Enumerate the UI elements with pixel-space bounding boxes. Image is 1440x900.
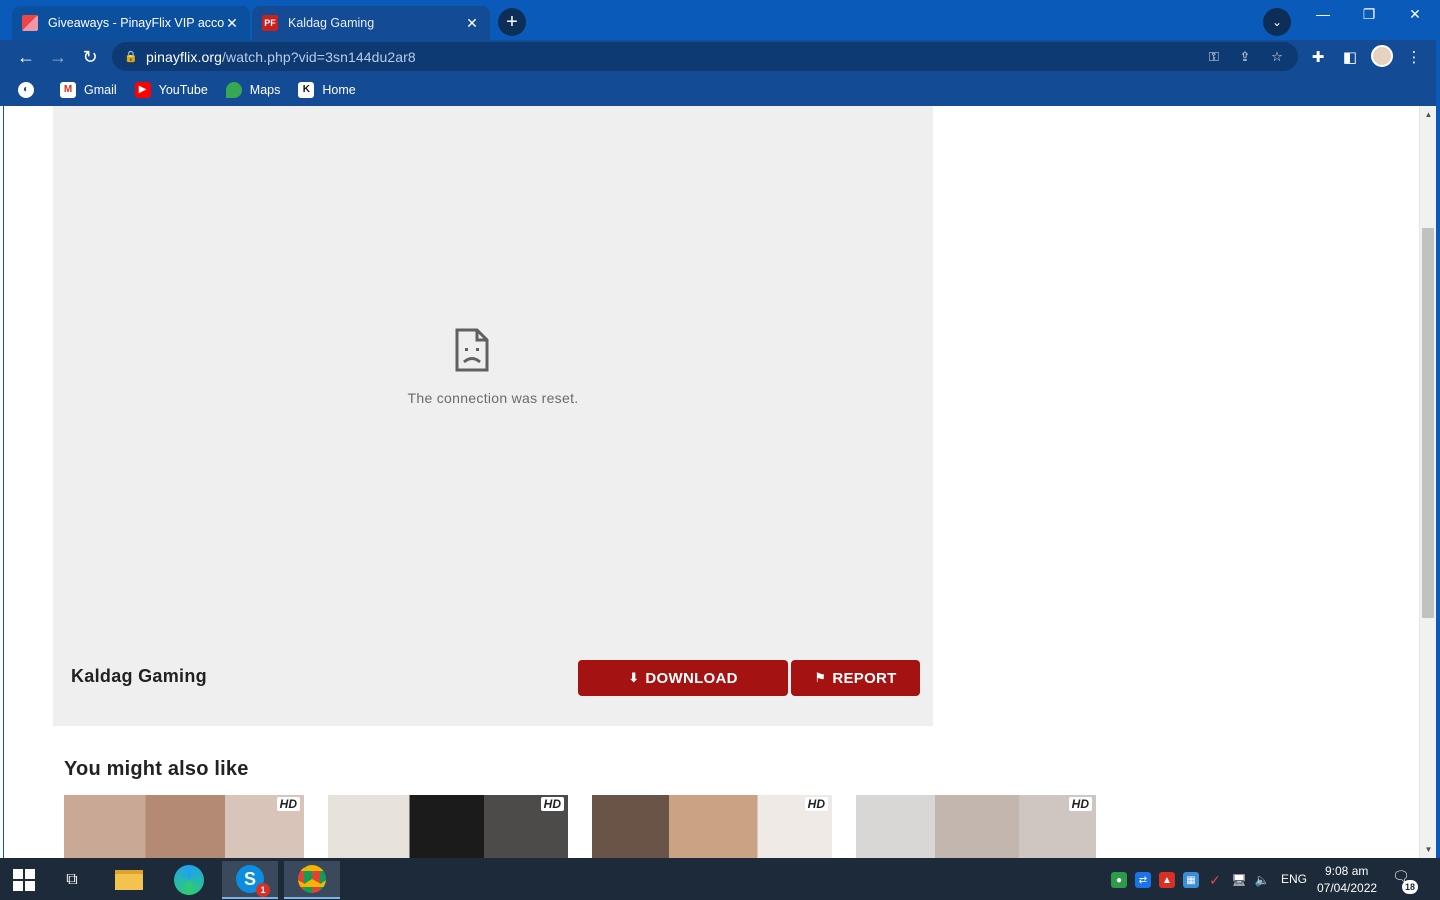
related-thumbnail[interactable]: HD bbox=[592, 795, 832, 858]
share-icon[interactable]: ⇪ bbox=[1236, 48, 1254, 66]
bookmark-maps[interactable]: Maps bbox=[225, 81, 281, 98]
close-window-button[interactable]: ✕ bbox=[1392, 4, 1438, 24]
reload-button[interactable]: ↻ bbox=[77, 44, 103, 70]
video-player[interactable]: The connection was reset. bbox=[53, 106, 933, 726]
start-button[interactable] bbox=[0, 861, 48, 899]
edge-logo-icon bbox=[174, 865, 204, 895]
scrollbar-thumb[interactable] bbox=[1422, 228, 1434, 618]
clock-time[interactable]: 9:08 am bbox=[1325, 864, 1368, 878]
notification-count-badge: 18 bbox=[1402, 880, 1418, 894]
maps-icon bbox=[225, 81, 242, 98]
bookmark-label: YouTube bbox=[158, 82, 208, 97]
tab-title: Kaldag Gaming bbox=[288, 16, 375, 30]
browser-toolbar: ← → ↻ 🔒 pinayflix.org/watch.php?vid=3sn1… bbox=[0, 40, 1440, 73]
task-view-icon[interactable]: ⧉ bbox=[52, 861, 92, 899]
window-border bbox=[1436, 40, 1440, 858]
bookmark-label: Gmail bbox=[84, 82, 117, 97]
hd-badge: HD bbox=[804, 797, 828, 811]
bookmark-label: Maps bbox=[249, 82, 281, 97]
video-meta-bar: Kaldag Gaming ⬇ DOWNLOAD ⚑ REPORT bbox=[53, 646, 933, 726]
skype-badge: 1 bbox=[256, 883, 270, 897]
tab-kaldag-gaming[interactable]: PF Kaldag Gaming ✕ bbox=[252, 6, 490, 40]
related-thumbnail[interactable]: HD bbox=[856, 795, 1096, 858]
report-button[interactable]: ⚑ REPORT bbox=[791, 660, 920, 696]
related-thumbnail[interactable]: HD bbox=[64, 795, 304, 858]
edge-beta-icon[interactable] bbox=[166, 861, 212, 899]
pf-logo-icon: PF bbox=[262, 15, 278, 31]
new-tab-button[interactable]: + bbox=[498, 8, 526, 36]
close-icon[interactable]: ✕ bbox=[464, 15, 480, 31]
folder-icon bbox=[115, 870, 143, 890]
sad-page-icon bbox=[455, 328, 489, 372]
bookmark-label: Home bbox=[322, 82, 356, 97]
hd-badge: HD bbox=[276, 797, 300, 811]
gift-icon bbox=[22, 15, 38, 31]
star-icon[interactable]: ☆ bbox=[1268, 48, 1286, 66]
restore-button[interactable]: ❐ bbox=[1346, 4, 1392, 24]
download-icon: ⬇ bbox=[628, 670, 640, 685]
windows-icon bbox=[13, 869, 35, 891]
language-indicator[interactable]: ENG bbox=[1281, 872, 1307, 886]
menu-icon[interactable]: ⋮ bbox=[1402, 45, 1426, 69]
download-button[interactable]: ⬇ DOWNLOAD bbox=[578, 660, 788, 696]
download-label: DOWNLOAD bbox=[645, 669, 738, 687]
close-icon[interactable]: ✕ bbox=[224, 15, 240, 31]
chrome-logo-icon bbox=[298, 865, 326, 893]
skype-logo-icon: S 1 bbox=[236, 865, 270, 897]
mic-tray-icon[interactable]: ✓ bbox=[1207, 872, 1223, 888]
tab-strip: Giveaways - PinayFlix VIP accoun ✕ PF Ka… bbox=[0, 0, 1440, 40]
sync-tray-icon[interactable]: ● bbox=[1111, 872, 1127, 888]
network-app-tray-icon[interactable]: ▦ bbox=[1183, 872, 1199, 888]
hd-badge: HD bbox=[1068, 797, 1092, 811]
volume-icon[interactable]: 🔈 bbox=[1254, 872, 1270, 888]
tab-search-button[interactable]: ⌄ bbox=[1263, 8, 1291, 36]
clock-date[interactable]: 07/04/2022 bbox=[1317, 881, 1377, 895]
vertical-scrollbar[interactable]: ▲ ▼ bbox=[1419, 106, 1436, 858]
related-thumbnail[interactable]: HD bbox=[328, 795, 568, 858]
globe-icon: ◐ bbox=[18, 81, 34, 98]
hd-badge: HD bbox=[540, 797, 564, 811]
key-icon[interactable]: ⚿ bbox=[1205, 48, 1223, 66]
chrome-taskbar-icon[interactable] bbox=[284, 861, 340, 899]
bookmarks-bar: ◐ M Gmail ▶ YouTube Maps K Home bbox=[0, 73, 1440, 106]
back-button[interactable]: ← bbox=[13, 44, 39, 70]
scroll-up-arrow-icon[interactable]: ▲ bbox=[1420, 106, 1437, 123]
k-logo-icon: K bbox=[298, 81, 315, 98]
error-message: The connection was reset. bbox=[407, 390, 579, 406]
youtube-icon: ▶ bbox=[134, 81, 151, 98]
teamviewer-tray-icon[interactable]: ⇄ bbox=[1135, 872, 1151, 888]
page-viewport: The connection was reset. Kaldag Gaming … bbox=[3, 106, 1419, 858]
file-explorer-icon[interactable] bbox=[106, 861, 152, 899]
taskbar: ⧉ S 1 ● ⇄ ▲ ▦ ✓ 🖥 🔈 ENG 9:08 am 07/04/20… bbox=[0, 858, 1440, 900]
address-bar[interactable]: 🔒 pinayflix.org/watch.php?vid=3sn144du2a… bbox=[112, 42, 1298, 71]
lock-icon: 🔒 bbox=[124, 50, 138, 63]
tab-giveaways[interactable]: Giveaways - PinayFlix VIP accoun ✕ bbox=[12, 6, 250, 40]
skype-icon[interactable]: S 1 bbox=[222, 861, 278, 899]
gmail-icon: M bbox=[60, 81, 76, 98]
flag-icon: ⚑ bbox=[814, 670, 827, 685]
video-title: Kaldag Gaming bbox=[71, 666, 207, 686]
side-panel-icon[interactable]: ◧ bbox=[1338, 45, 1362, 69]
bookmark-gmail[interactable]: M Gmail bbox=[60, 81, 117, 98]
tab-title: Giveaways - PinayFlix VIP accoun bbox=[48, 16, 224, 30]
url-text: pinayflix.org/watch.php?vid=3sn144du2ar8 bbox=[146, 48, 416, 65]
bookmark-home[interactable]: K Home bbox=[298, 81, 356, 98]
forward-button[interactable]: → bbox=[45, 44, 71, 70]
extensions-icon[interactable]: ✚ bbox=[1306, 45, 1330, 69]
related-heading: You might also like bbox=[64, 758, 249, 780]
antivirus-tray-icon[interactable]: ▲ bbox=[1159, 872, 1175, 888]
report-label: REPORT bbox=[832, 669, 897, 687]
network-icon[interactable]: 🖥 bbox=[1231, 872, 1247, 888]
bookmark-youtube[interactable]: ▶ YouTube bbox=[134, 81, 208, 98]
avatar[interactable] bbox=[1371, 45, 1393, 67]
minimize-button[interactable]: — bbox=[1300, 4, 1346, 24]
scroll-down-arrow-icon[interactable]: ▼ bbox=[1420, 841, 1437, 858]
apps-shortcut[interactable]: ◐ bbox=[18, 81, 42, 98]
